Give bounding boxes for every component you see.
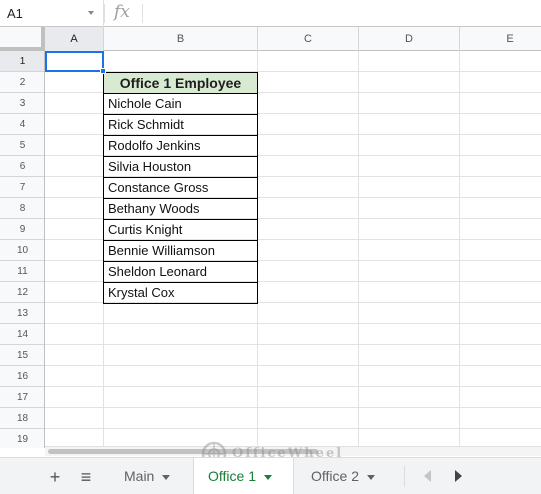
employee-cell[interactable]: Bennie Williamson <box>104 241 257 262</box>
row-header[interactable]: 5 <box>0 135 44 156</box>
employee-cell[interactable]: Curtis Knight <box>104 220 257 241</box>
gridline <box>45 365 541 366</box>
divider <box>104 4 105 23</box>
row-header[interactable]: 16 <box>0 366 44 387</box>
selected-cell-a1[interactable] <box>45 51 104 72</box>
row-header[interactable]: 3 <box>0 93 44 114</box>
employee-cell[interactable]: Nichole Cain <box>104 94 257 115</box>
fx-icon: fx <box>114 2 130 22</box>
employee-cell[interactable]: Bethany Woods <box>104 199 257 220</box>
table-header-cell[interactable]: Office 1 Employee <box>103 72 258 94</box>
row-header[interactable]: 13 <box>0 303 44 324</box>
employee-table: Nichole Cain Rick Schmidt Rodolfo Jenkin… <box>103 93 258 304</box>
row-header[interactable]: 6 <box>0 156 44 177</box>
employee-cell[interactable]: Rodolfo Jenkins <box>104 136 257 157</box>
row-header[interactable]: 10 <box>0 240 44 261</box>
tab-label: Main <box>124 468 155 484</box>
employee-cell[interactable]: Silvia Houston <box>104 157 257 178</box>
row-header[interactable]: 15 <box>0 345 44 366</box>
tab-main[interactable]: Main <box>110 458 192 494</box>
gridline <box>45 407 541 408</box>
row-header[interactable]: 12 <box>0 282 44 303</box>
name-box-value[interactable]: A1 <box>7 6 23 21</box>
sheet-tab-bar: + ≡ Main Office 1 Office 2 <box>0 457 541 494</box>
divider <box>142 4 143 23</box>
row-header[interactable]: 7 <box>0 177 44 198</box>
row-headers: 1 2 3 4 5 6 7 8 9 10 11 12 13 14 15 16 1… <box>0 51 45 448</box>
all-sheets-menu-icon[interactable]: ≡ <box>75 466 97 488</box>
employee-cell[interactable]: Krystal Cox <box>104 283 257 304</box>
gridline <box>459 51 460 448</box>
column-header-b[interactable]: B <box>104 27 258 51</box>
employee-cell[interactable]: Constance Gross <box>104 178 257 199</box>
tab-label: Office 1 <box>208 468 256 484</box>
row-header[interactable]: 17 <box>0 387 44 408</box>
formula-input[interactable] <box>150 5 530 23</box>
tab-office-1[interactable]: Office 1 <box>193 458 294 494</box>
column-header-a[interactable]: A <box>45 27 104 51</box>
chevron-down-icon[interactable] <box>367 474 375 480</box>
gridline <box>45 428 541 429</box>
chevron-down-icon[interactable] <box>88 11 94 15</box>
cell-grid[interactable]: Office 1 Employee Nichole Cain Rick Schm… <box>45 51 541 448</box>
chevron-down-icon[interactable] <box>264 474 272 480</box>
employee-cell[interactable]: Rick Schmidt <box>104 115 257 136</box>
scroll-tabs-left-icon[interactable] <box>424 470 431 482</box>
scroll-tabs-right-icon[interactable] <box>455 470 462 482</box>
employee-cell[interactable]: Sheldon Leonard <box>104 262 257 283</box>
gridline <box>358 51 359 448</box>
column-header-e[interactable]: E <box>460 27 541 51</box>
column-header-d[interactable]: D <box>359 27 460 51</box>
divider <box>404 466 405 487</box>
row-header[interactable]: 8 <box>0 198 44 219</box>
name-box[interactable]: A1 <box>0 0 104 27</box>
row-header[interactable]: 18 <box>0 408 44 429</box>
select-all-corner[interactable] <box>0 27 45 51</box>
chevron-down-icon[interactable] <box>162 474 171 480</box>
formula-bar: A1 fx <box>0 0 541 27</box>
gridline <box>45 323 541 324</box>
fill-handle[interactable] <box>100 68 106 74</box>
tab-label: Office 2 <box>311 468 359 484</box>
gridline <box>45 386 541 387</box>
row-header[interactable]: 19 <box>0 429 44 448</box>
row-header[interactable]: 14 <box>0 324 44 345</box>
row-header[interactable]: 2 <box>0 72 44 93</box>
column-headers: A B C D E <box>0 27 541 51</box>
row-header[interactable]: 4 <box>0 114 44 135</box>
gridline <box>45 344 541 345</box>
row-header[interactable]: 1 <box>0 51 44 72</box>
tab-office-2[interactable]: Office 2 <box>297 458 397 494</box>
row-header[interactable]: 9 <box>0 219 44 240</box>
row-header[interactable]: 11 <box>0 261 44 282</box>
column-header-c[interactable]: C <box>258 27 359 51</box>
add-sheet-button[interactable]: + <box>44 466 66 488</box>
